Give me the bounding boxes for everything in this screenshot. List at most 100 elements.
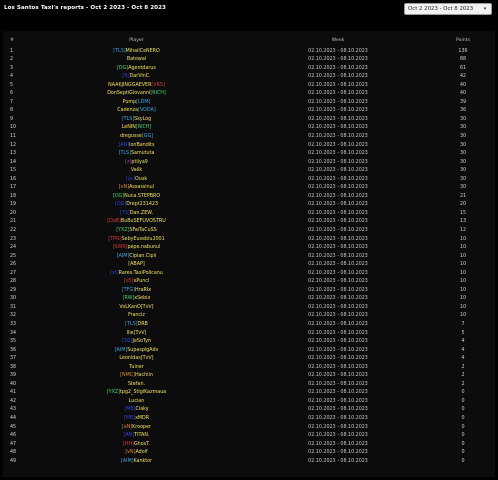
table-row: 38 Tuiner 02.10.2023 - 08.10.2023 2: [3, 363, 495, 372]
row-player: [TLS]SkyLog: [3, 117, 270, 122]
clan-tag: [vN]: [125, 450, 136, 456]
table-row: 30 [RW]xSebix 02.10.2023 - 08.10.2023 10: [3, 295, 495, 304]
table-row: 17 [xN]Assassinul 02.10.2023 - 08.10.2023 3…: [3, 184, 495, 193]
row-points: 30: [459, 185, 467, 191]
player-name: Drept231423: [126, 202, 158, 208]
row-week: 02.10.2023 - 08.10.2023: [308, 433, 368, 439]
clan-tag: [TFG]: [121, 287, 136, 293]
row-player: [YXZ]SFaiTaCuSS: [3, 228, 270, 233]
row-points: 30: [459, 142, 467, 148]
table-row: 14 [z]ptilya9 02.10.2023 - 08.10.2023 30: [3, 158, 495, 167]
row-points: 10: [459, 296, 467, 302]
row-week: 02.10.2023 - 08.10.2023: [308, 116, 368, 122]
player-name: DonSeptiGiovanni: [107, 91, 151, 97]
table-row: 12 [AN]lonBandits 02.10.2023 - 08.10.2023 3…: [3, 141, 495, 150]
clan-tag: [RW]: [122, 296, 135, 302]
row-points: 21: [459, 193, 467, 199]
row-points: 0: [461, 398, 465, 404]
table-row: 2 Batowai 02.10.2023 - 08.10.2023 88: [3, 56, 495, 65]
row-week: 02.10.2023 - 08.10.2023: [308, 407, 368, 413]
player-name: Ousk: [135, 176, 148, 182]
table-row: 46 [AN]TITAN. 02.10.2023 - 08.10.2023 0: [3, 432, 495, 441]
row-points: 30: [459, 116, 467, 122]
row-player: [YXZ]tpg2_StigiKazmaua: [3, 390, 270, 395]
player-name: xSebix: [134, 296, 151, 302]
row-week: 02.10.2023 - 08.10.2023: [308, 74, 368, 80]
row-points: 15: [459, 210, 467, 216]
table-row: 23 [TPG]SebyEusebiu2001 02.10.2023 - 08.10…: [3, 235, 495, 244]
row-player: [RW]xSebix: [3, 296, 270, 301]
clan-tag: [DoB]: [107, 219, 121, 225]
row-points: 61: [459, 65, 467, 71]
row-week: 02.10.2023 - 08.10.2023: [308, 99, 368, 105]
row-player: [MB]xMDR: [3, 416, 270, 421]
row-points: 2: [461, 373, 465, 379]
row-points: 4: [461, 347, 465, 353]
table-row: 35 [SG]JeSoTyn 02.10.2023 - 08.10.2023 4: [3, 338, 495, 347]
player-name: SupaspigAdv: [127, 347, 159, 353]
player-name: LeNIN: [121, 125, 136, 131]
table-row: 18 [OG]Nuca.STEPBRO 02.10.2023 - 08.10.202…: [3, 192, 495, 201]
player-name: Adolf: [135, 450, 148, 456]
row-points: 10: [459, 245, 467, 251]
row-player: [zx]Ousk: [3, 177, 270, 182]
table-row: 4 [ft]DarVinC. 02.10.2023 - 08.10.2023 42: [3, 73, 495, 82]
row-week: 02.10.2023 - 08.10.2023: [308, 125, 368, 131]
player-name: Agentdarus: [128, 65, 156, 71]
row-week: 02.10.2023 - 08.10.2023: [308, 347, 368, 353]
row-player: [SWR]pepe.nabunul: [3, 245, 270, 250]
row-week: 02.10.2023 - 08.10.2023: [308, 245, 368, 251]
player-name: GhosT.: [133, 441, 151, 447]
row-player: [ABAP]: [3, 262, 270, 267]
row-player: [DG]Agentdarus: [3, 66, 270, 71]
table-row: 36 [AIM]SupaspigAdv 02.10.2023 - 08.10.202…: [3, 346, 495, 355]
player-name: Ciaky: [135, 407, 149, 413]
player-name: TITAN.: [134, 433, 150, 439]
row-week: 02.10.2023 - 08.10.2023: [308, 450, 368, 456]
clan-tag: [HH]: [122, 441, 134, 447]
row-points: 136: [458, 48, 468, 54]
row-week: 02.10.2023 - 08.10.2023: [308, 185, 368, 191]
row-week: 02.10.2023 - 08.10.2023: [308, 458, 368, 464]
row-week: 02.10.2023 - 08.10.2023: [308, 262, 368, 268]
row-points: 0: [461, 433, 465, 439]
row-points: 20: [459, 202, 467, 208]
row-player: [xN]Krooper: [3, 425, 270, 430]
table-header: # Player Week Points: [3, 36, 495, 46]
clan-tag-suffix: [LDM]: [136, 99, 151, 105]
chevron-down-icon: ▾: [483, 6, 487, 12]
player-name: VoLKanO: [119, 304, 141, 310]
table-row: 15 Vailk 02.10.2023 - 08.10.2023 30: [3, 167, 495, 176]
row-week: 02.10.2023 - 08.10.2023: [308, 390, 368, 396]
clan-tag: [TLS]: [118, 151, 131, 157]
player-name: tpg2_StigiKazmaua: [120, 390, 167, 396]
player-name: Batowai: [126, 57, 147, 63]
player-name: Cipian.Cipii: [129, 253, 157, 259]
reports-table: # Player Week Points 1 [TLS]MihailCeNERO 0…: [3, 31, 495, 477]
player-name: Kanktor: [133, 458, 153, 464]
week-selector-value: Oct 2 2023 - Oct 8 2023: [408, 6, 474, 12]
clan-tag-suffix: [GG]: [141, 133, 154, 139]
row-points: 0: [461, 450, 465, 456]
player-name: MihailCeNERO: [125, 48, 160, 54]
player-name: Vailk: [130, 168, 143, 174]
row-week: 02.10.2023 - 08.10.2023: [308, 133, 368, 139]
row-week: 02.10.2023 - 08.10.2023: [308, 91, 368, 97]
row-points: 2: [461, 364, 465, 370]
row-week: 02.10.2023 - 08.10.2023: [308, 381, 368, 387]
row-points: 36: [459, 108, 467, 114]
player-name: pepe.nabunul: [127, 245, 161, 251]
row-week: 02.10.2023 - 08.10.2023: [308, 287, 368, 293]
row-player: [DoB]BuBuSEFUVOSTRU: [3, 219, 270, 224]
player-name: DarVinC.: [129, 74, 151, 80]
table-row: 28 [u5]xPuncl 02.10.2023 - 08.10.2023 10: [3, 278, 495, 287]
clan-tag: [SG]: [122, 339, 133, 345]
table-row: 24 [SWR]pepe.nabunul 02.10.2023 - 08.10.20…: [3, 244, 495, 253]
row-points: 2: [461, 381, 465, 387]
clan-tag-suffix: [TvV]: [140, 356, 154, 362]
player-name: xMDR: [135, 416, 150, 422]
table-row: 45 [xN]Krooper 02.10.2023 - 08.10.2023 0: [3, 423, 495, 432]
row-points: 13: [459, 219, 467, 225]
row-week: 02.10.2023 - 08.10.2023: [308, 416, 368, 422]
week-selector[interactable]: Oct 2 2023 - Oct 8 2023 ▾: [404, 3, 492, 15]
